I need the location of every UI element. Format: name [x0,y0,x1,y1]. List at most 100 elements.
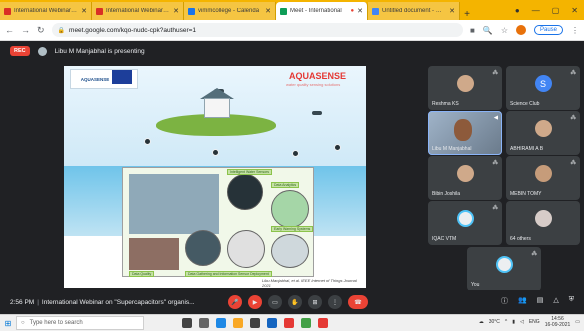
zoom-icon[interactable]: 🔍 [483,26,493,35]
participant-tile-self[interactable]: ⁂ You [467,247,541,291]
task-view-icon[interactable] [199,318,209,328]
tab-calendar[interactable]: vimmcollege - Calenda ✕ [184,2,276,20]
diagram-circle [271,190,309,228]
tab-webinar-on[interactable]: International Webinar on ✕ [92,2,184,20]
activities-icon[interactable]: △ [553,296,558,306]
close-icon[interactable]: ✕ [173,7,179,15]
participant-tile[interactable]: ⁂ IQAC VTM [428,201,502,245]
diagram-circle [185,230,221,266]
tab-meet[interactable]: Meet - International ● ✕ [276,2,368,20]
participant-tile[interactable]: ⁂ Bibin Joshila [428,156,502,200]
present-button[interactable]: ⊞ [308,295,322,309]
cortana-icon[interactable] [182,318,192,328]
info-icon[interactable]: ⓘ [501,296,508,306]
taskbar-apps [182,318,328,328]
meeting-side-controls: ⓘ 👥 ▤ △ ⛨ [501,296,574,306]
mic-off-icon: ⁂ [531,251,538,257]
profile-icon[interactable]: ● [515,6,520,15]
menu-icon[interactable]: ⋮ [571,26,579,35]
pause-button[interactable]: Pause [533,25,563,35]
presenting-bar: REC Libu M Manjabhal is presenting [0,42,584,60]
close-icon[interactable]: ✕ [265,7,271,15]
close-window-icon[interactable]: ✕ [571,6,578,15]
tab-title: Meet - International [290,8,342,14]
app-icon[interactable] [301,318,311,328]
notifications-icon[interactable]: ▭ [575,319,580,325]
participant-tile[interactable]: ⁂ Reshma KS [428,66,502,110]
avatar [456,165,474,182]
chat-icon[interactable]: ▤ [537,296,544,306]
host-controls-icon[interactable]: ⛨ [569,296,574,306]
minimize-icon[interactable]: — [532,6,540,15]
leave-call-button[interactable]: ☎ [348,295,368,309]
windows-taskbar: ⊞ ○ Type here to search ☁ 30°C ^ ▮ ◁ ENG… [0,314,584,331]
diagram-circle [227,174,263,210]
captions-button[interactable]: ▭ [268,295,282,309]
avatar [495,256,513,273]
tab-docs[interactable]: Untitled document - Goo ✕ [368,2,460,20]
avatar[interactable] [515,25,526,35]
chrome-icon[interactable] [284,318,294,328]
tab-title: International Webinar Inv [14,8,79,14]
buoy-icon [334,144,341,151]
mail-icon[interactable] [267,318,277,328]
diagram-label: Intelligent Water Sensors [227,169,272,175]
mic-off-button[interactable]: 🎤 [228,295,242,309]
mic-off-icon: ⁂ [570,70,577,76]
avatar [456,75,474,92]
store-icon[interactable] [250,318,260,328]
edge-icon[interactable] [216,318,226,328]
back-icon[interactable]: ← [5,25,14,35]
more-options-button[interactable]: ⋮ [328,295,342,309]
new-tab-button[interactable]: + [460,9,474,20]
temperature: 30°C [488,319,500,325]
volume-icon[interactable]: ◁ [520,319,524,325]
close-icon[interactable]: ✕ [449,7,455,15]
buoy-icon [212,149,219,156]
tab-webinar-inv[interactable]: International Webinar Inv ✕ [0,2,92,20]
forward-icon[interactable]: → [21,25,30,35]
participant-name: You [471,282,480,288]
windows-start-icon[interactable]: ⊞ [0,319,16,328]
camera-icon[interactable]: ■ [470,26,475,35]
app-icon[interactable] [318,318,328,328]
maximize-icon[interactable]: ▢ [552,6,560,15]
slide-title: AQUASENSE [289,71,347,81]
rec-badge: REC [10,46,30,56]
file-explorer-icon[interactable] [233,318,243,328]
close-icon[interactable]: ✕ [81,7,87,15]
language-indicator[interactable]: ENG [529,319,540,325]
reload-icon[interactable]: ↻ [37,25,45,36]
people-icon[interactable]: 👥 [518,296,527,306]
buoy-icon [292,150,299,157]
address-bar: ← → ↻ 🔒 meet.google.com/kqo-nudc-cpk?aut… [0,20,584,41]
camera-off-button[interactable]: ▶ [248,295,262,309]
clock[interactable]: 14:56 16-09-2021 [545,316,571,328]
docs-icon [372,7,379,15]
url-field[interactable]: 🔒 meet.google.com/kqo-nudc-cpk?authuser=… [51,23,463,37]
house-illustration [204,98,230,118]
participant-tile[interactable]: ⁂ S Science Club [506,66,580,110]
participant-tile[interactable]: ⁂ ABHIRAMI A B [506,111,580,155]
participant-tile-video[interactable]: ◀ Libu M Manjabhal [428,111,502,155]
participant-name: Bibin Joshila [432,191,461,197]
drone-icon [312,111,322,115]
meeting-control-bar: 2:56 PM | International Webinar on "Supe… [0,290,584,314]
taskbar-search[interactable]: ○ Type here to search [16,316,144,330]
participant-tile[interactable]: ⁂ MEBIN TOMY [506,156,580,200]
participant-name: IQAC VTM [432,236,457,242]
participant-tile-others[interactable]: 64 others [506,201,580,245]
speaker-face [454,119,472,141]
tray-chevron-icon[interactable]: ^ [505,319,507,325]
screen: International Webinar Inv ✕ Internationa… [0,0,584,331]
network-icon[interactable]: ▮ [512,319,515,325]
mic-off-icon: ⁂ [570,115,577,121]
browser-tab-strip: International Webinar Inv ✕ Internationa… [0,0,584,20]
close-icon[interactable]: ✕ [357,7,363,15]
raise-hand-button[interactable]: ✋ [288,295,302,309]
presenter-avatar [37,46,47,56]
call-controls: 🎤 ▶ ▭ ✋ ⊞ ⋮ ☎ [228,295,368,309]
avatar: S [534,75,552,92]
star-icon[interactable]: ☆ [501,26,508,35]
eu-flag-icon [112,70,132,84]
